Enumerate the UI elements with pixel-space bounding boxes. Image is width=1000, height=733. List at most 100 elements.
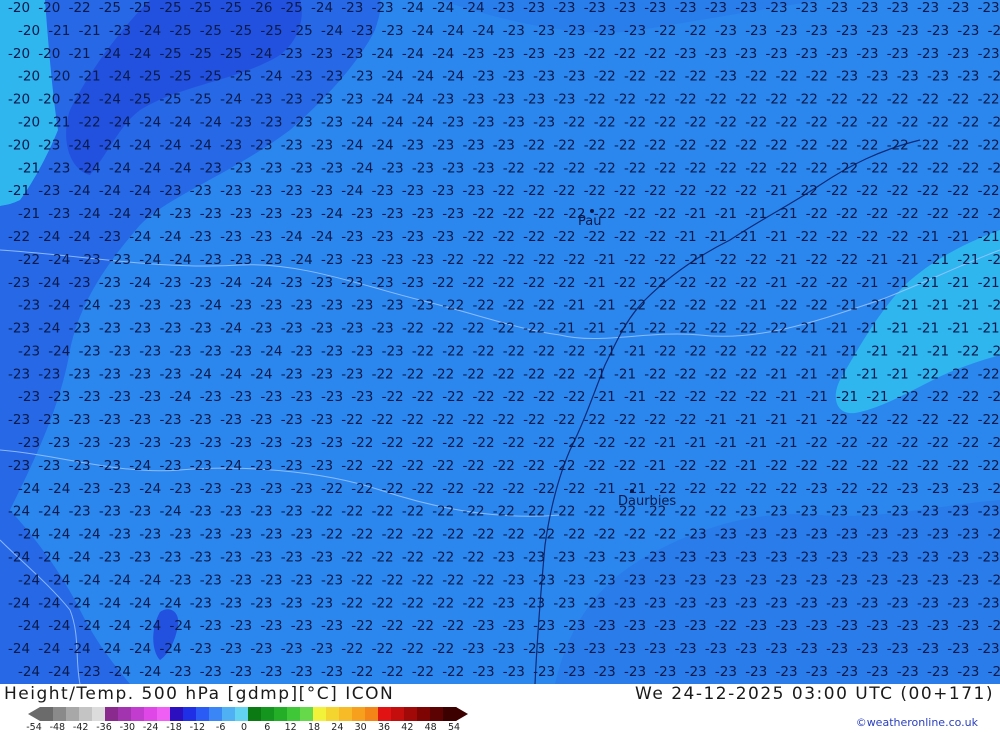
temperature-label: -22: [382, 618, 404, 634]
colorbar-tick-label: -24: [142, 722, 159, 733]
temperature-label: -23: [260, 664, 282, 680]
temperature-label: -23: [806, 618, 828, 634]
temperature-label: -23: [160, 412, 182, 428]
temperature-label: -23: [281, 366, 303, 382]
temperature-label: -23: [38, 137, 60, 153]
temperature-label: -23: [402, 183, 424, 199]
temperature-label: -23: [897, 527, 919, 543]
temperature-label: -22: [796, 458, 818, 474]
colorbar-tick-label: -30: [119, 722, 136, 733]
temperature-label: -23: [988, 481, 1000, 497]
temperature-label: -22: [988, 115, 1000, 131]
temperature-label: -24: [220, 92, 242, 108]
temperature-label: -22: [351, 527, 373, 543]
temperature-label: -22: [705, 183, 727, 199]
temperature-label: -23: [291, 572, 313, 588]
colorbar-swatch: [66, 707, 80, 721]
temperature-label: -22: [402, 550, 424, 566]
temperature-label: -23: [927, 527, 949, 543]
temperature-label: -21: [584, 275, 606, 291]
map-footer: Height/Temp. 500 hPa [gdmp][°C] ICON We …: [0, 684, 1000, 733]
temperature-label: -22: [654, 252, 676, 268]
temperature-label: -23: [200, 160, 222, 176]
temperature-label: -25: [190, 0, 212, 16]
temperature-label: -23: [826, 0, 848, 16]
colorbar-swatch: [131, 707, 145, 721]
temperature-label: -23: [917, 0, 939, 16]
temperature-label: -23: [372, 321, 394, 337]
temperature-label: -24: [69, 595, 91, 611]
temperature-label: -23: [129, 550, 151, 566]
temperature-label: -23: [190, 183, 212, 199]
temperature-label: -23: [99, 229, 121, 245]
temperature-label: -22: [523, 366, 545, 382]
temperature-label: -22: [321, 481, 343, 497]
temperature-label: -22: [715, 389, 737, 405]
temperature-label: -24: [220, 321, 242, 337]
temperature-label: -24: [170, 252, 192, 268]
credit-link[interactable]: ©weatheronline.co.uk: [856, 716, 978, 729]
temperature-label: -23: [503, 115, 525, 131]
temperature-label: -22: [897, 160, 919, 176]
temperature-label: -22: [988, 160, 1000, 176]
temperature-label: -23: [947, 550, 969, 566]
temperature-label: -22: [503, 252, 525, 268]
temperature-label: -22: [806, 160, 828, 176]
colorbar-tick-label: -42: [72, 722, 89, 733]
temperature-label: -23: [311, 275, 333, 291]
temperature-label: -22: [614, 412, 636, 428]
temperature-label: -23: [735, 0, 757, 16]
temperature-label: -22: [442, 572, 464, 588]
temperature-label: -21: [594, 481, 616, 497]
temperature-label: -23: [281, 458, 303, 474]
temperature-label: -22: [533, 252, 555, 268]
temperature-label: -22: [442, 298, 464, 314]
temperature-label: -21: [947, 275, 969, 291]
temperature-label: -21: [594, 298, 616, 314]
temperature-label: -23: [99, 275, 121, 291]
temperature-label: -22: [887, 229, 909, 245]
temperature-label: -23: [291, 527, 313, 543]
temperature-label: -22: [735, 92, 757, 108]
temperature-label: -23: [806, 23, 828, 39]
temperature-label: -23: [69, 366, 91, 382]
temperature-label: -23: [978, 46, 1000, 62]
temperature-label: -22: [503, 206, 525, 222]
temperature-label: -23: [897, 23, 919, 39]
temperature-label: -24: [129, 275, 151, 291]
temperature-label: -22: [473, 481, 495, 497]
temperature-label: -22: [947, 92, 969, 108]
temperature-label: -24: [48, 527, 70, 543]
temperature-label: -23: [523, 46, 545, 62]
temperature-label: -23: [341, 0, 363, 16]
colorbar-tick-label: 18: [307, 722, 321, 733]
temperature-label: -23: [856, 550, 878, 566]
temperature-label: -23: [230, 298, 252, 314]
temperature-label: -23: [614, 595, 636, 611]
temperature-label: -23: [776, 618, 798, 634]
temperature-label: -23: [230, 527, 252, 543]
temperature-label: -23: [533, 23, 555, 39]
temperature-label: -22: [372, 412, 394, 428]
temperature-label: -22: [503, 527, 525, 543]
temperature-label: -23: [503, 23, 525, 39]
temperature-label: -23: [230, 572, 252, 588]
temperature-label: -22: [553, 504, 575, 520]
temperature-label: -22: [563, 252, 585, 268]
temperature-label: -22: [624, 298, 646, 314]
temperature-label: -22: [745, 343, 767, 359]
temperature-label: -20: [18, 69, 40, 85]
temperature-label: -23: [553, 46, 575, 62]
temperature-label: -21: [887, 275, 909, 291]
temperature-label: -22: [745, 481, 767, 497]
temperature-label: -24: [48, 664, 70, 680]
temperature-label: -22: [553, 137, 575, 153]
temperature-label: -24: [160, 641, 182, 657]
temperature-label: -22: [563, 389, 585, 405]
temperature-label: -24: [109, 618, 131, 634]
temperature-label: -22: [856, 92, 878, 108]
temperature-label: -21: [796, 412, 818, 428]
temperature-label: -22: [826, 92, 848, 108]
temperature-label: -22: [644, 229, 666, 245]
temperature-label: -24: [170, 618, 192, 634]
